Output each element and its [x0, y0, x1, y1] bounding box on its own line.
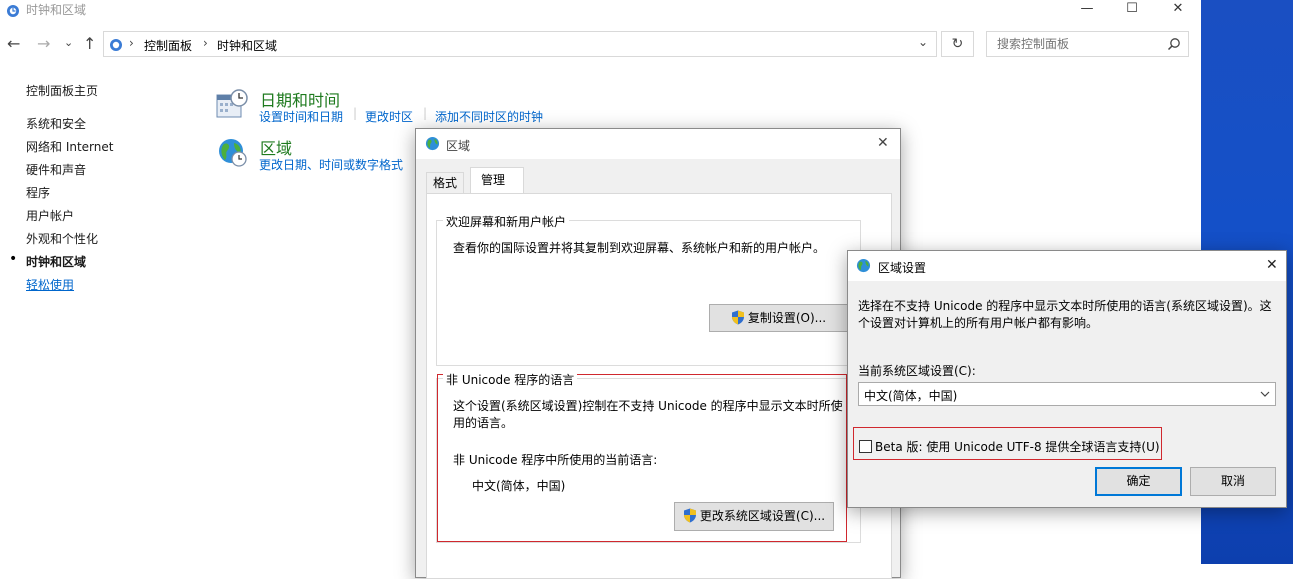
system-locale-select[interactable]: 中文(简体，中国): [858, 382, 1276, 406]
refresh-button[interactable]: ↻: [941, 31, 974, 57]
control-panel-icon: [7, 5, 19, 17]
chevron-down-icon: [1260, 391, 1270, 397]
tab-format[interactable]: 格式: [426, 172, 464, 193]
ok-button[interactable]: 确定: [1095, 467, 1182, 496]
region-settings-close[interactable]: ✕: [1266, 257, 1278, 273]
sidebar-item-ease-of-access[interactable]: 轻松使用: [26, 276, 74, 293]
link-separator: |: [353, 106, 358, 120]
link-change-formats[interactable]: 更改日期、时间或数字格式: [259, 156, 403, 173]
title-bar: 时钟和区域 — ☐ ✕: [0, 0, 1201, 28]
forward-button[interactable]: →: [37, 34, 50, 53]
cancel-button[interactable]: 取消: [1190, 467, 1276, 496]
breadcrumb-clock-region[interactable]: 时钟和区域: [217, 37, 277, 54]
change-system-locale-label: 更改系统区域设置(C)...: [699, 509, 826, 523]
welcome-group-label: 欢迎屏幕和新用户帐户: [443, 213, 570, 230]
search-box[interactable]: [986, 31, 1189, 57]
link-set-time-date[interactable]: 设置时间和日期: [259, 108, 343, 125]
unicode-group-label: 非 Unicode 程序的语言: [443, 371, 578, 388]
region-dialog: 区域 ✕ 格式 管理 欢迎屏幕和新用户帐户 查看你的国际设置并将其复制到欢迎屏幕…: [415, 128, 901, 579]
sidebar-home[interactable]: 控制面板主页: [26, 82, 98, 99]
sidebar-item-clock-region[interactable]: 时钟和区域: [26, 253, 86, 270]
close-button[interactable]: ✕: [1158, 0, 1198, 20]
unicode-group-text: 这个设置(系统区域设置)控制在不支持 Unicode 的程序中显示文本时所使用的…: [453, 399, 843, 430]
change-system-locale-button[interactable]: 更改系统区域设置(C)...: [674, 502, 834, 531]
breadcrumb-separator: ›: [129, 36, 134, 50]
address-bar[interactable]: › 控制面板 › 时钟和区域 ⌄: [103, 31, 937, 57]
sidebar-item-user-accounts[interactable]: 用户帐户: [26, 207, 74, 224]
locale-description: 选择在不支持 Unicode 的程序中显示文本时所使用的语言(系统区域设置)。这…: [858, 299, 1272, 330]
breadcrumb-control-panel[interactable]: 控制面板: [144, 37, 192, 54]
copy-settings-label: 复制设置(O)...: [747, 311, 827, 325]
current-item-bullet: •: [9, 251, 18, 267]
system-locale-value: 中文(简体，中国): [864, 389, 958, 403]
copy-settings-button[interactable]: 复制设置(O)...: [709, 304, 848, 332]
link-change-timezone[interactable]: 更改时区: [365, 108, 413, 125]
globe-icon: [425, 136, 440, 151]
globe-clock-icon: [219, 139, 247, 167]
window-title: 时钟和区域: [26, 3, 87, 17]
tab-administrative[interactable]: 管理: [470, 167, 524, 195]
utf8-beta-checkbox[interactable]: [859, 440, 872, 453]
region-settings-title: 区域设置: [878, 261, 927, 275]
current-locale-label: 当前系统区域设置(C):: [858, 364, 976, 378]
recent-dropdown[interactable]: ⌄: [64, 36, 73, 49]
region-settings-titlebar: 区域设置 ✕: [848, 251, 1286, 281]
current-language-label: 非 Unicode 程序中所使用的当前语言:: [453, 453, 658, 467]
region-dialog-title: 区域: [446, 139, 471, 153]
uac-shield-icon: [731, 310, 744, 325]
uac-shield-icon: [683, 508, 696, 523]
utf8-beta-label[interactable]: Beta 版: 使用 Unicode UTF-8 提供全球语言支持(U): [875, 438, 1160, 455]
sidebar-item-security[interactable]: 系统和安全: [26, 115, 86, 132]
back-button[interactable]: ←: [7, 34, 20, 53]
calendar-clock-icon: [216, 89, 248, 118]
breadcrumb-separator: ›: [203, 36, 208, 50]
region-settings-dialog: 区域设置 ✕ 选择在不支持 Unicode 的程序中显示文本时所使用的语言(系统…: [847, 250, 1287, 508]
region-dialog-titlebar: 区域 ✕: [416, 129, 900, 159]
minimize-button[interactable]: —: [1067, 0, 1107, 20]
welcome-group-text: 查看你的国际设置并将其复制到欢迎屏幕、系统帐户和新的用户帐户。: [453, 241, 826, 255]
sidebar-item-programs[interactable]: 程序: [26, 184, 50, 201]
maximize-button[interactable]: ☐: [1112, 0, 1152, 20]
search-icon[interactable]: [1167, 37, 1181, 51]
up-button[interactable]: ↑: [83, 34, 96, 53]
link-separator: |: [423, 106, 428, 120]
current-language-value: 中文(简体，中国): [472, 479, 566, 493]
globe-icon: [856, 258, 871, 273]
sidebar-item-network[interactable]: 网络和 Internet: [26, 138, 113, 155]
address-dropdown[interactable]: ⌄: [918, 35, 928, 49]
link-add-clocks[interactable]: 添加不同时区的时钟: [435, 108, 543, 125]
control-panel-icon: [110, 39, 122, 51]
sidebar-item-appearance[interactable]: 外观和个性化: [26, 230, 98, 247]
search-input[interactable]: [995, 36, 1159, 52]
region-dialog-close[interactable]: ✕: [877, 135, 889, 151]
sidebar-item-hardware[interactable]: 硬件和声音: [26, 161, 86, 178]
